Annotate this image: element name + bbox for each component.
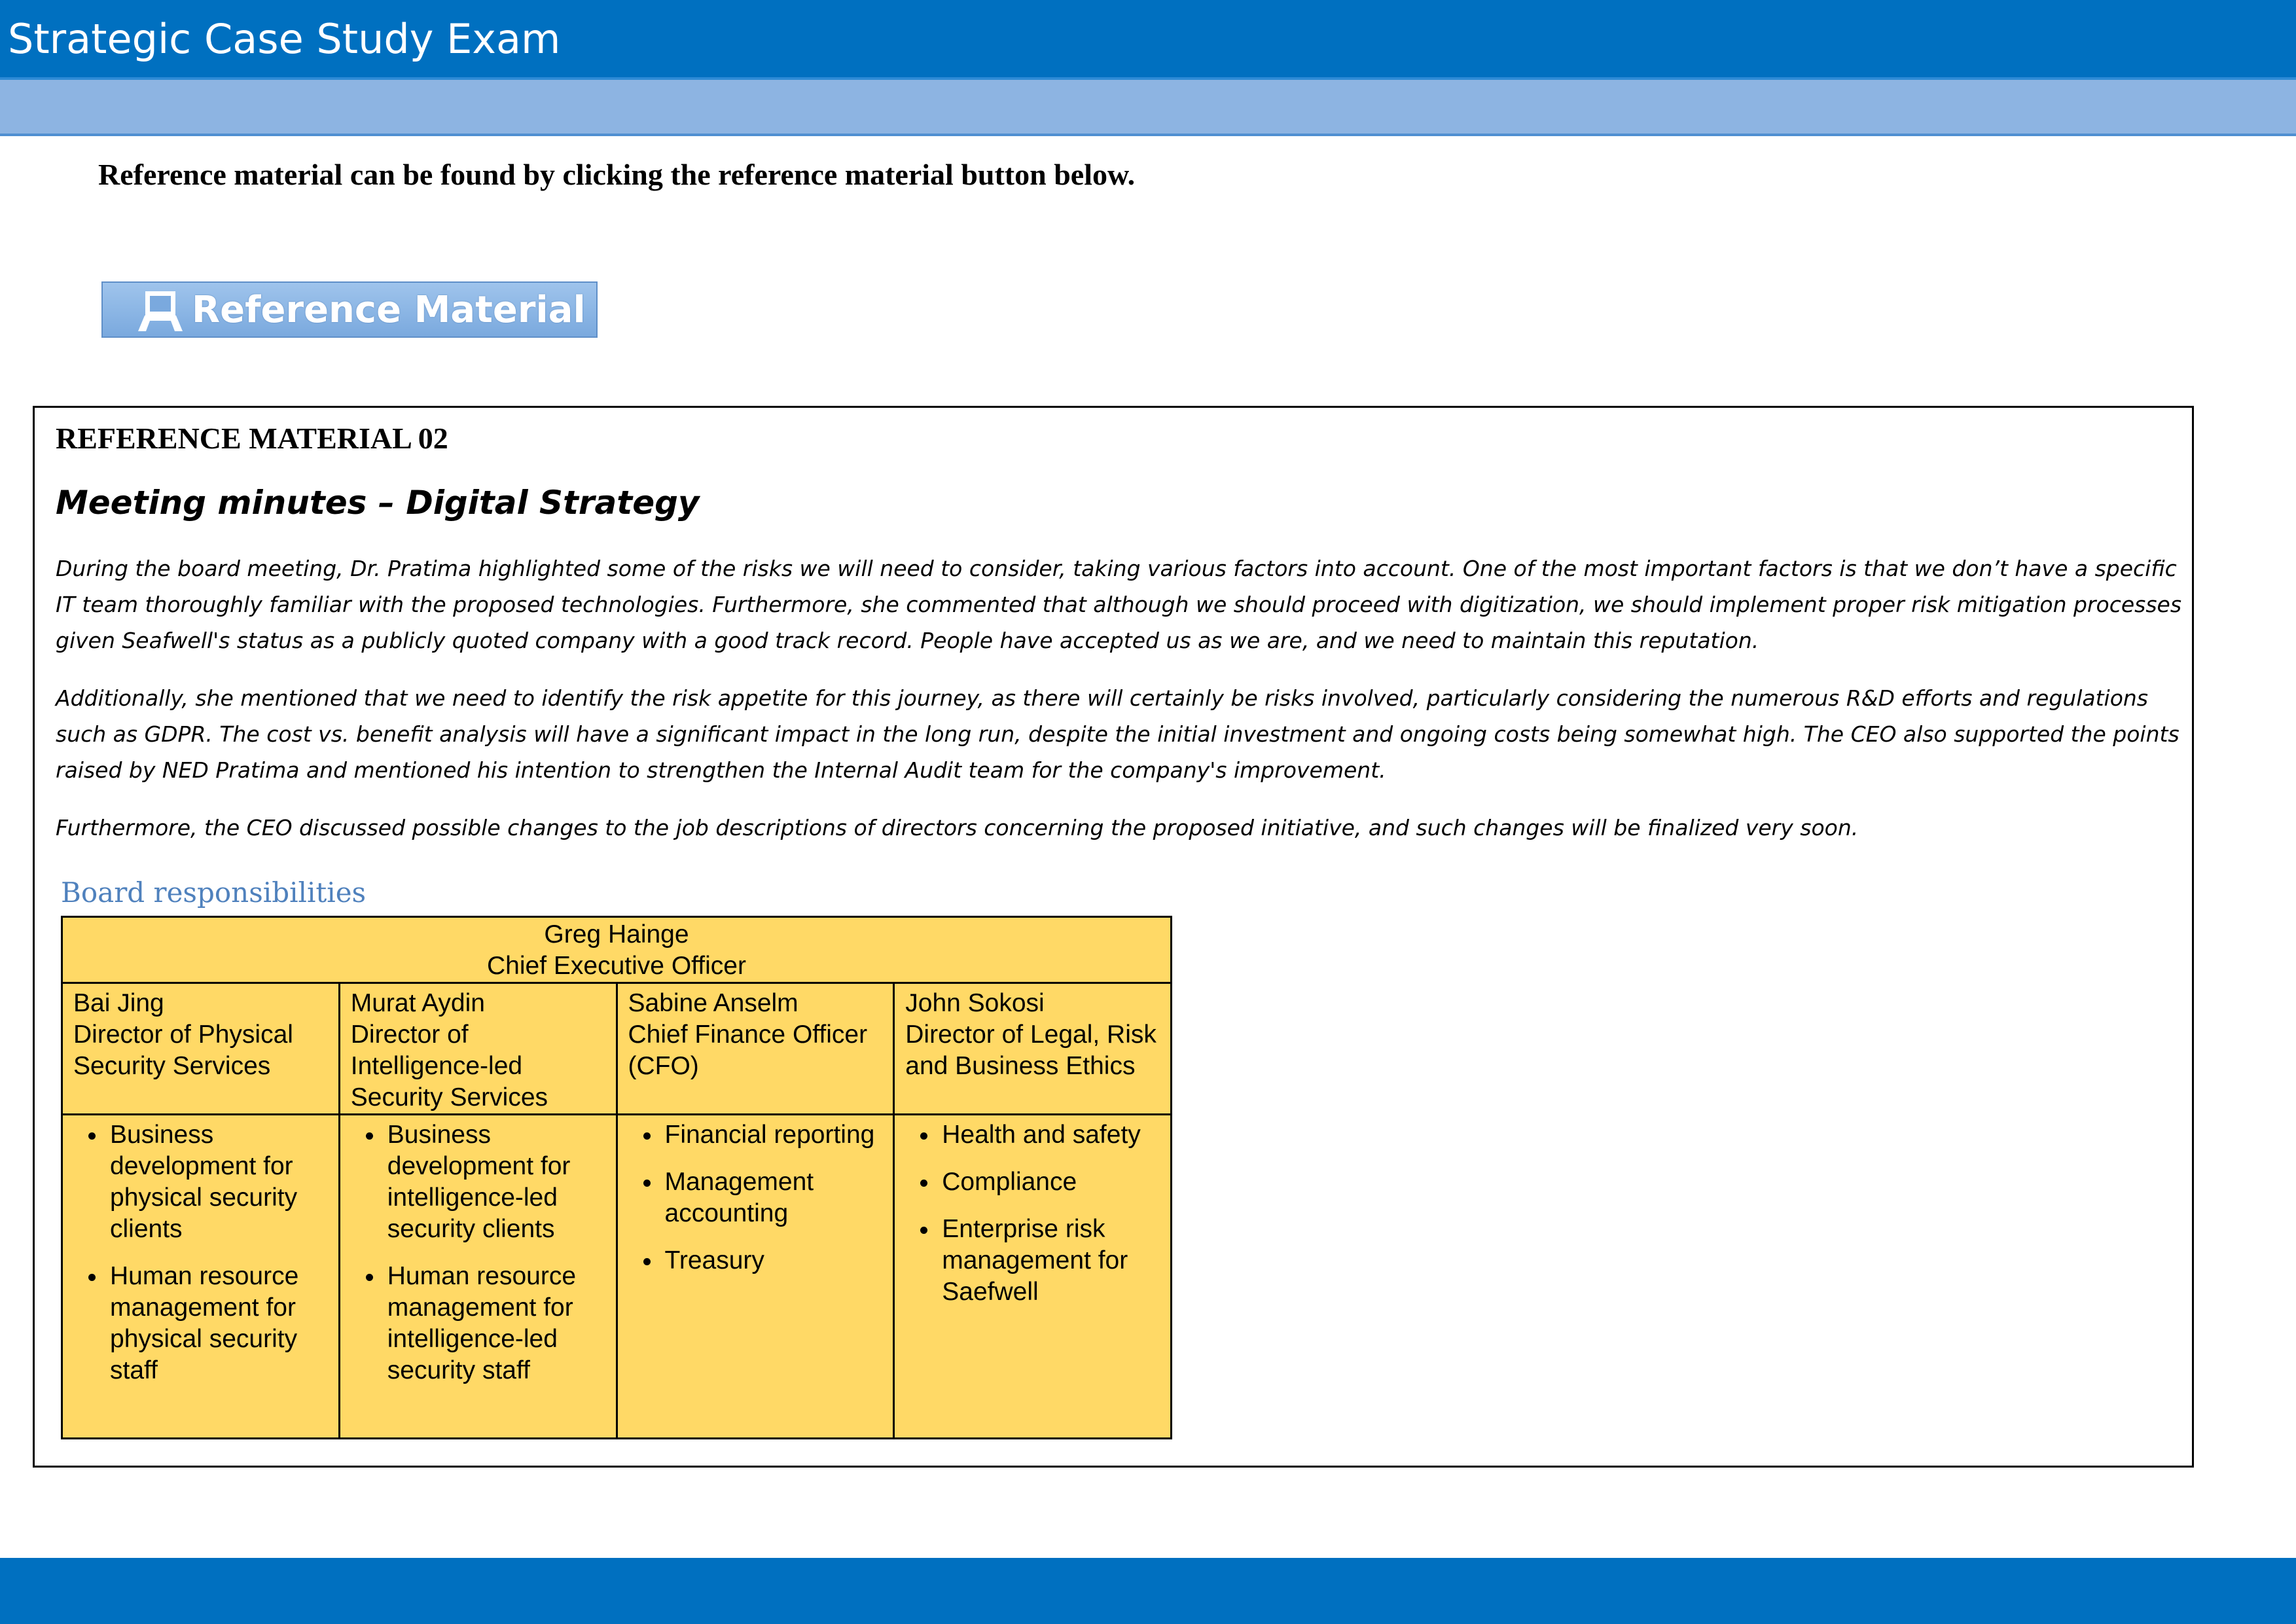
director-cell: Bai Jing Director of Physical Security S… [61, 982, 340, 1115]
duties-list: Business development for physical securi… [67, 1119, 329, 1386]
instruction-text: Reference material can be found by click… [98, 158, 1136, 191]
minutes-paragraph: Additionally, she mentioned that we need… [56, 685, 2179, 783]
reference-panel: REFERENCE MATERIAL 02 Meeting minutes – … [33, 406, 2194, 1468]
directors-row: Bai Jing Director of Physical Security S… [61, 982, 1172, 1115]
duties-cell: Financial reporting Management accountin… [615, 1113, 895, 1439]
director-title: Director of Legal, Risk and Business Eth… [905, 1020, 1157, 1080]
reference-material-button[interactable]: Reference Material [101, 281, 598, 338]
duty-item: Human resource management for physical s… [107, 1261, 329, 1386]
duties-list: Health and safety Compliance Enterprise … [899, 1119, 1161, 1308]
reference-heading: REFERENCE MATERIAL 02 [56, 422, 448, 455]
duty-item: Enterprise risk management for Saefwell [939, 1214, 1161, 1308]
director-name: John Sokosi [905, 989, 1045, 1017]
duty-item: Financial reporting [662, 1119, 884, 1151]
duties-cell: Business development for physical securi… [61, 1113, 340, 1439]
document-stand-icon [138, 291, 183, 331]
app-title: Strategic Case Study Exam [8, 15, 561, 63]
duties-cell: Business development for intelligence-le… [338, 1113, 618, 1439]
duty-item: Management accounting [662, 1166, 884, 1229]
duty-item: Health and safety [939, 1119, 1161, 1151]
ceo-row: Greg Hainge Chief Executive Officer [61, 916, 1172, 984]
duty-item: Treasury [662, 1245, 884, 1276]
director-title: Director of Physical Security Services [73, 1020, 293, 1080]
duty-item: Compliance [939, 1166, 1161, 1198]
title-bar: Strategic Case Study Exam [0, 0, 2296, 80]
director-name: Bai Jing [73, 989, 164, 1017]
minutes-paragraph: Furthermore, the CEO discussed possible … [56, 815, 1859, 840]
duties-cell: Health and safety Compliance Enterprise … [893, 1113, 1172, 1439]
duties-list: Business development for intelligence-le… [344, 1119, 607, 1386]
minutes-paragraph: During the board meeting, Dr. Pratima hi… [56, 556, 2182, 653]
director-cell: John Sokosi Director of Legal, Risk and … [893, 982, 1172, 1115]
director-title: Chief Finance Officer (CFO) [628, 1020, 868, 1080]
ceo-title: Chief Executive Officer [487, 952, 746, 980]
reference-subheading: Meeting minutes – Digital Strategy [56, 484, 700, 522]
director-cell: Sabine Anselm Chief Finance Officer (CFO… [615, 982, 895, 1115]
ceo-cell: Greg Hainge Chief Executive Officer [61, 916, 1172, 984]
director-name: Sabine Anselm [628, 989, 798, 1017]
duty-item: Business development for intelligence-le… [385, 1119, 607, 1245]
director-title: Director of Intelligence-led Security Se… [350, 1020, 548, 1111]
board-responsibilities-caption: Board responsibilities [61, 876, 367, 909]
reference-material-label: Reference Material [192, 288, 586, 331]
director-name: Murat Aydin [350, 989, 485, 1017]
duties-row: Business development for physical securi… [61, 1113, 1172, 1439]
duties-list: Financial reporting Management accountin… [622, 1119, 884, 1276]
duty-item: Human resource management for intelligen… [385, 1261, 607, 1386]
toolbar-strip [0, 80, 2296, 136]
director-cell: Murat Aydin Director of Intelligence-led… [338, 982, 618, 1115]
board-responsibilities-table: Greg Hainge Chief Executive Officer Bai … [61, 916, 1172, 1439]
footer-bar [0, 1558, 2296, 1624]
ceo-name: Greg Hainge [544, 920, 689, 948]
duty-item: Business development for physical securi… [107, 1119, 329, 1245]
